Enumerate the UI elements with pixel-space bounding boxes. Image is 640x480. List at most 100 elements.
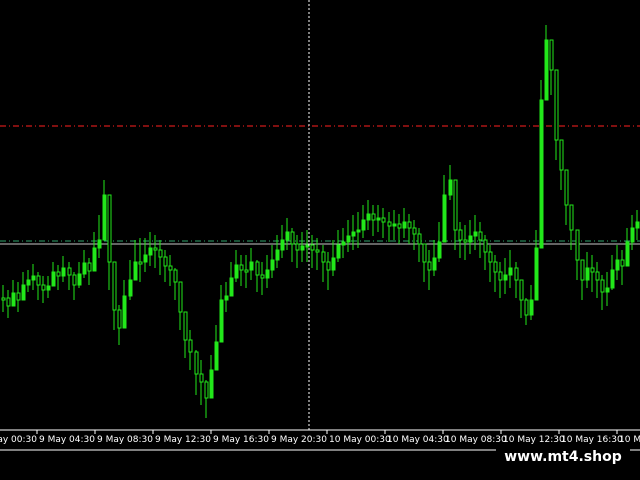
candle-body — [290, 231, 295, 245]
candle-body — [569, 204, 574, 231]
candle-body — [600, 279, 605, 293]
candle-body — [590, 267, 595, 273]
candle-body — [427, 261, 432, 271]
candle-body — [605, 287, 610, 293]
candle-body — [539, 99, 544, 249]
candle-body — [483, 239, 488, 253]
candle-body — [331, 257, 336, 271]
candle-body — [321, 251, 326, 263]
candle-body — [310, 244, 315, 251]
candle-body — [122, 295, 127, 329]
candle-body — [336, 244, 341, 259]
candle-body — [77, 273, 82, 286]
candle-body — [31, 275, 36, 281]
candle-body — [285, 231, 290, 241]
price-chart[interactable]: 9 May 00:309 May 04:309 May 08:309 May 1… — [0, 0, 640, 480]
candle-body — [625, 241, 630, 267]
candle-body — [315, 249, 320, 253]
candle-body — [138, 261, 143, 265]
candle-body — [534, 247, 539, 301]
candle-body — [376, 217, 381, 221]
candle-body — [300, 245, 305, 251]
candle-body — [493, 261, 498, 273]
candle-body — [249, 261, 254, 271]
candle-body — [514, 267, 519, 281]
candle-body — [168, 265, 173, 271]
candle-body — [346, 235, 351, 243]
candle-body — [615, 259, 620, 271]
chart-canvas[interactable]: 9 May 00:309 May 04:309 May 08:309 May 1… — [0, 0, 640, 480]
candle-body — [473, 231, 478, 237]
candle-body — [21, 284, 26, 301]
time-tick-label: 9 May 04:30 — [39, 435, 95, 445]
candle-body — [199, 373, 204, 383]
time-tick-label: 9 May 08:30 — [97, 435, 153, 445]
candle-body — [417, 233, 422, 245]
candle-body — [610, 269, 615, 289]
candle-body — [412, 227, 417, 235]
candle-body — [554, 69, 559, 141]
candle-body — [183, 311, 188, 341]
candle-body — [6, 297, 11, 307]
candle-body — [128, 279, 133, 297]
candle-body — [356, 229, 361, 233]
candle-body — [41, 284, 46, 291]
candle-body — [239, 264, 244, 271]
candle-body — [219, 299, 224, 343]
candle-body — [82, 262, 87, 275]
candle-body — [1, 297, 6, 301]
candle-body — [453, 179, 458, 231]
candle-body — [585, 267, 590, 281]
candle-body — [16, 292, 21, 301]
candle-body — [575, 229, 580, 261]
candle-body — [529, 299, 534, 316]
candle-body — [102, 194, 107, 241]
candle-body — [361, 219, 366, 231]
time-tick-label: 9 May 16:30 — [213, 435, 269, 445]
time-tick-label: 9 May 00:30 — [0, 435, 37, 445]
candle-body — [488, 251, 493, 263]
candle-body — [463, 239, 468, 243]
candle-body — [270, 259, 275, 271]
candle-body — [280, 239, 285, 251]
candle-body — [341, 241, 346, 246]
candle-body — [544, 39, 549, 101]
candle-body — [635, 221, 640, 229]
candle-body — [549, 39, 554, 71]
candle-body — [153, 247, 158, 251]
candle-body — [133, 261, 138, 281]
candle-body — [397, 223, 402, 229]
time-tick-label: 10 May 04:30 — [387, 435, 449, 445]
candle-body — [148, 247, 153, 256]
candle-body — [229, 277, 234, 297]
candle-body — [630, 227, 635, 243]
candle-body — [107, 194, 112, 263]
candle-body — [188, 339, 193, 353]
candle-body — [442, 194, 447, 243]
candle-body — [173, 269, 178, 283]
candle-body — [564, 169, 569, 206]
candle-body — [559, 139, 564, 171]
candle-body — [97, 239, 102, 249]
candle-body — [61, 267, 66, 277]
candle-body — [498, 271, 503, 281]
candle-body — [351, 231, 356, 237]
candle-body — [275, 249, 280, 261]
candle-body — [46, 285, 51, 291]
candle-body — [92, 247, 97, 272]
candle-body — [458, 229, 463, 241]
candle-body — [178, 281, 183, 313]
candle-body — [260, 274, 265, 279]
time-tick-label: 9 May 12:30 — [155, 435, 211, 445]
candle-body — [437, 241, 442, 259]
candle-body — [524, 299, 529, 316]
candle-body — [194, 351, 199, 375]
candle-body — [234, 264, 239, 279]
candle-body — [468, 235, 473, 243]
candle-body — [67, 267, 72, 276]
candle-body — [143, 254, 148, 263]
candle-body — [366, 213, 371, 221]
candle-body — [209, 369, 214, 399]
candle-body — [244, 269, 249, 273]
candle-body — [381, 217, 386, 223]
